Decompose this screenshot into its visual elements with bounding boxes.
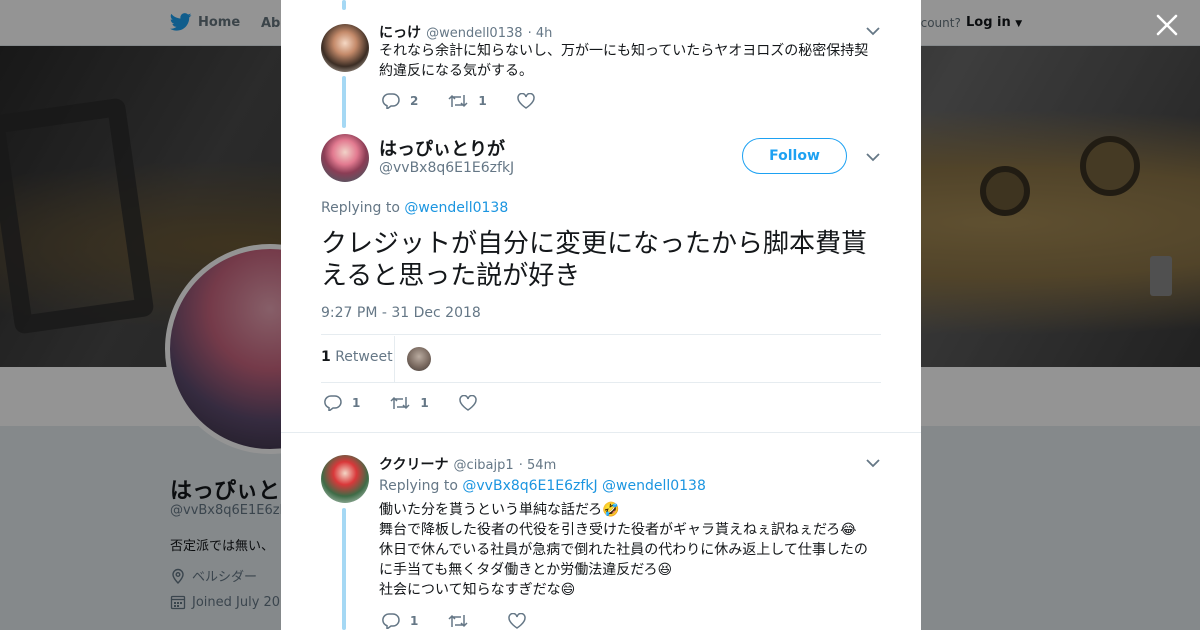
main-tweet-avatar[interactable] [321,134,369,182]
reply-actions: 1 [382,613,566,629]
retweet-stat-count: 1 [321,349,331,365]
replying-to-label: Replying to [379,478,458,494]
reply-icon [324,395,342,411]
main-tweet-actions: 1 1 [324,395,517,411]
reply-button[interactable]: 2 [382,93,418,109]
chevron-down-icon[interactable] [866,458,880,468]
replying-to-link[interactable]: @wendell0138 [404,200,508,216]
replying-to: Replying to @vvBx8q6E1E6zfkJ @wendell013… [379,478,706,494]
reply-text-line: 社会について知らなすぎだな😄 [379,582,576,598]
reply-time[interactable]: · 54m [519,458,556,473]
reply-count: 1 [410,614,419,628]
close-icon[interactable] [1154,12,1180,38]
thread-line [342,76,346,128]
replying-to-label: Replying to [321,200,400,216]
reply-text-line: 働いた分を貰うという単純な話だろ🤣 [379,502,620,518]
retweet-stat-label: Retweet [335,349,393,365]
reply-actions: 2 1 [382,93,575,109]
like-icon [458,395,477,411]
reply-icon [382,613,400,629]
main-tweet-author-handle[interactable]: @vvBx8q6E1E6zfkJ [379,160,514,176]
retweet-button[interactable]: 1 [448,93,487,109]
like-button[interactable] [458,395,487,411]
thread-line [342,508,346,630]
chevron-down-icon[interactable] [866,26,880,36]
retweet-count: 1 [420,396,429,410]
main-tweet-text: クレジットが自分に変更になったから脚本費貰えると思った説が好き [321,229,868,291]
reply-author-handle[interactable]: @wendell0138 [426,26,522,41]
reply-time[interactable]: · 4h [528,26,553,41]
replying-to: Replying to @wendell0138 [321,200,508,216]
reply-count: 2 [410,94,419,108]
reply-icon [382,93,400,109]
like-button[interactable] [516,93,545,109]
thread-line [342,0,346,10]
follow-button[interactable]: Follow [742,138,847,174]
retweeter-avatar[interactable] [407,347,431,371]
reply-avatar[interactable] [321,24,369,72]
like-icon [508,613,527,629]
reply-button[interactable]: 1 [324,395,360,411]
reply-author-name[interactable]: にっけ [379,25,421,41]
reply-text-line: 舞台で降板した役者の代役を引き受けた役者がギャラ貰えねぇ訳ねぇだろ😂 [379,522,857,538]
reply-text: それなら余計に知らないし、万が一にも知っていたらヤオヨロズの秘密保持契約違反にな… [379,43,869,79]
reply-button[interactable]: 1 [382,613,418,629]
divider [281,432,921,433]
chevron-down-icon[interactable] [866,152,880,162]
reply-header: にっけ @wendell0138 · 4h [379,22,552,42]
retweet-count: 1 [478,94,487,108]
reply-count: 1 [352,396,361,410]
reply-text: 働いた分を貰うという単純な話だろ🤣 舞台で降板した役者の代役を引き受けた役者がギ… [379,500,879,600]
main-tweet-author-name[interactable]: はっぴぃとりが [379,135,505,161]
retweet-icon [448,94,468,108]
tweet-permalink-modal: にっけ @wendell0138 · 4h それなら余計に知らないし、万が一にも… [281,0,921,630]
reply-author-handle[interactable]: @cibajp1 [454,458,514,473]
retweet-button[interactable] [448,613,478,629]
stats-separator [394,336,395,382]
retweet-icon [390,396,410,410]
retweet-icon [448,614,468,628]
retweet-stats[interactable]: 1 Retweet [321,349,393,365]
like-button[interactable] [508,613,536,629]
like-icon [516,93,535,109]
replying-to-link[interactable]: @wendell0138 [602,478,706,494]
reply-text-line: 休日で休んでいる社員が急病で倒れた社員の代わりに休み返上して仕事したのに手当ても… [379,542,868,578]
divider [321,334,881,335]
reply-avatar[interactable] [321,455,369,503]
retweet-button[interactable]: 1 [390,395,429,411]
replying-to-link[interactable]: @vvBx8q6E1E6zfkJ [462,478,597,494]
divider [321,382,881,383]
reply-header: ククリーナ @cibajp1 · 54m [379,454,556,474]
main-tweet-timestamp[interactable]: 9:27 PM - 31 Dec 2018 [321,305,481,321]
reply-author-name[interactable]: ククリーナ [379,457,448,473]
